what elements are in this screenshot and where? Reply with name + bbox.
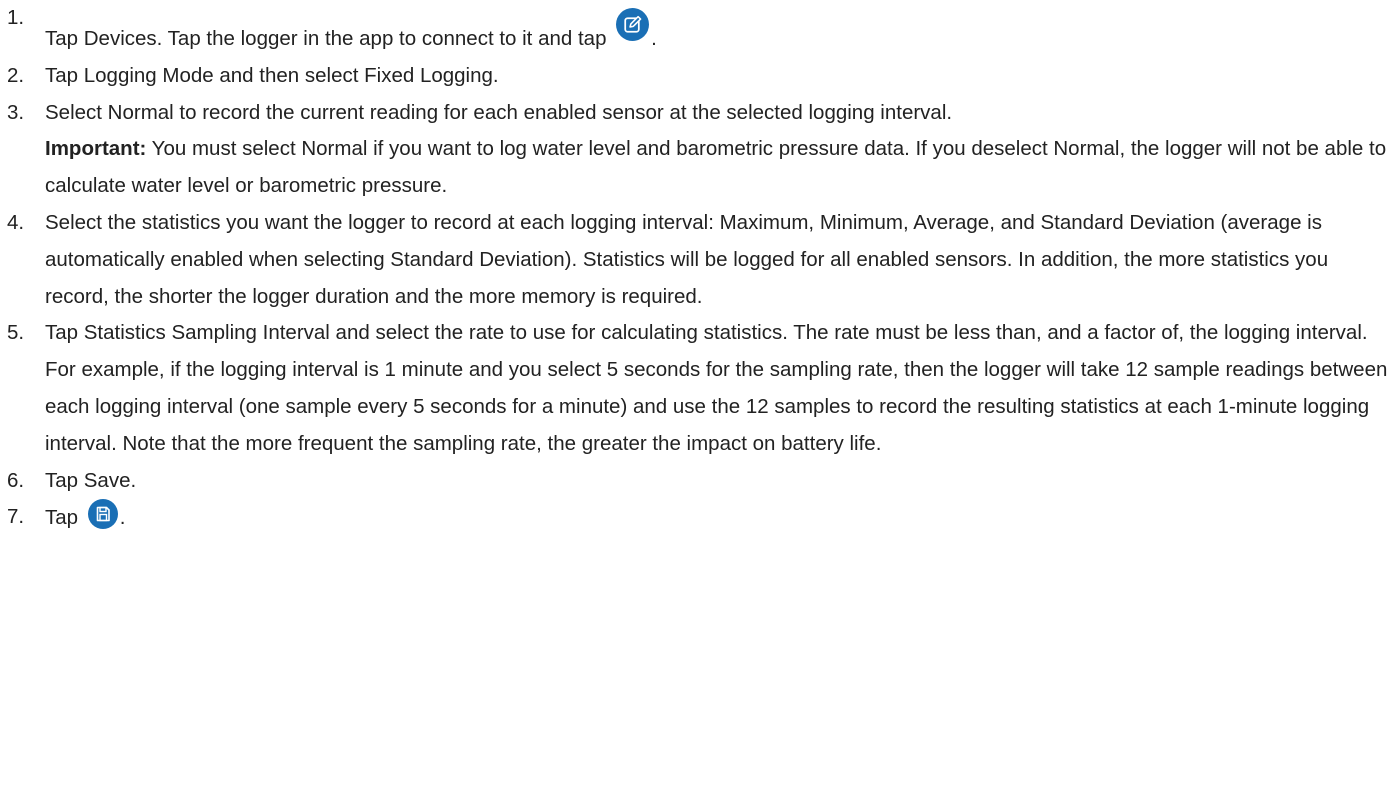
step-text: Tap Statistics Sampling Interval and sel…	[45, 321, 1388, 455]
step-4: 4. Select the statistics you want the lo…	[0, 205, 1389, 315]
instruction-steps: 1. Tap Devices. Tap the logger in the ap…	[0, 0, 1389, 537]
step-number: 6.	[7, 468, 25, 492]
important-note: Important: You must select Normal if you…	[45, 131, 1389, 205]
step-number: 4.	[7, 210, 25, 234]
step-text: Tap Save.	[45, 468, 137, 492]
important-label: Important:	[45, 137, 147, 161]
edit-icon	[616, 8, 650, 41]
step-text-end: .	[651, 27, 657, 50]
step-text: Tap	[45, 506, 79, 530]
document-page: 1. Tap Devices. Tap the logger in the ap…	[0, 0, 1399, 795]
step-number: 5.	[7, 321, 25, 345]
step-2: 2. Tap Logging Mode and then select Fixe…	[0, 58, 1389, 95]
step-text: Select the statistics you want the logge…	[45, 210, 1329, 308]
step-number: 3.	[7, 100, 25, 124]
step-text-end: .	[119, 506, 126, 530]
save-icon	[87, 499, 118, 530]
step-number: 7.	[7, 505, 25, 529]
important-text: You must select Normal if you want to lo…	[45, 137, 1387, 198]
step-number: 2.	[7, 63, 25, 87]
step-text: Tap Devices. Tap the logger in the app t…	[45, 27, 607, 50]
step-6: 6. Tap Save.	[0, 463, 1389, 500]
step-text: Select Normal to record the current read…	[45, 100, 953, 124]
step-7: 7. Tap .	[0, 499, 1389, 537]
step-3: 3. Select Normal to record the current r…	[0, 95, 1389, 205]
step-text: Tap Logging Mode and then select Fixed L…	[45, 63, 499, 87]
step-1: 1. Tap Devices. Tap the logger in the ap…	[0, 0, 1389, 58]
step-number: 1.	[7, 6, 25, 29]
step-5: 5. Tap Statistics Sampling Interval and …	[0, 315, 1389, 462]
